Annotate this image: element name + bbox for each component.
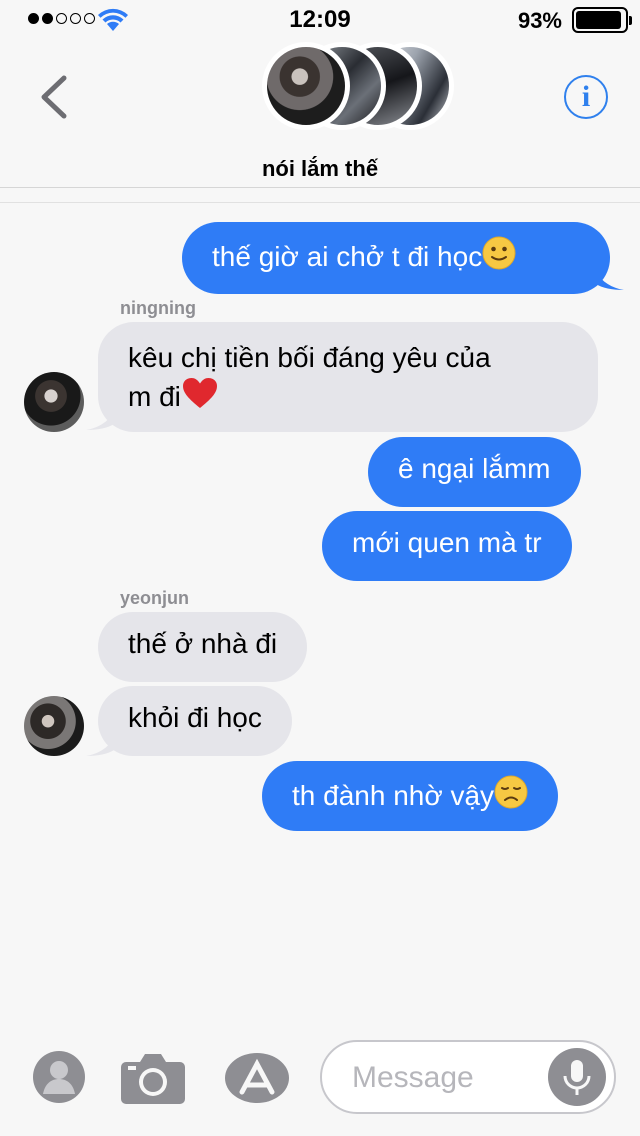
outgoing-message[interactable]: th đành nhờ vậy	[262, 761, 559, 831]
outgoing-message[interactable]: thế giờ ai chở t đi học	[182, 222, 610, 294]
avatar[interactable]	[24, 696, 84, 756]
red-heart-icon	[182, 378, 217, 408]
member-avatar	[262, 42, 350, 130]
slightly-smiling-face-icon	[482, 236, 516, 270]
group-avatars[interactable]	[262, 42, 462, 132]
battery-icon	[572, 7, 632, 33]
camera-icon[interactable]	[120, 1050, 186, 1104]
back-chevron-icon[interactable]	[36, 72, 76, 122]
app-store-icon[interactable]	[224, 1052, 294, 1104]
message-placeholder: Message	[352, 1061, 474, 1094]
memoji-icon[interactable]	[32, 1050, 86, 1104]
microphone-button[interactable]	[548, 1048, 606, 1106]
outgoing-message[interactable]: mới quen mà tr	[322, 511, 572, 581]
avatar[interactable]	[24, 372, 84, 432]
incoming-message[interactable]: kêu chị tiền bối đáng yêu của m đi	[98, 322, 598, 432]
message-input[interactable]: Message	[320, 1040, 616, 1114]
microphone-icon	[563, 1060, 591, 1095]
outgoing-message[interactable]: ê ngại lắmm	[368, 437, 581, 507]
status-bar: 12:09 93%	[0, 0, 640, 40]
group-name[interactable]: nói lắm thế	[0, 156, 640, 182]
incoming-message[interactable]: khỏi đi học	[98, 686, 292, 756]
disappointed-face-icon	[494, 775, 528, 809]
incoming-message[interactable]: thế ở nhà đi	[98, 612, 308, 682]
sender-name: yeonjun	[120, 588, 190, 608]
compose-bar: Message	[0, 1026, 640, 1136]
sender-name: ningning	[120, 298, 196, 318]
info-button[interactable]: i	[564, 75, 608, 119]
header-divider	[0, 202, 640, 203]
battery-percentage: 93%	[517, 8, 562, 33]
conversation-header: i nói lắm thế	[0, 40, 640, 188]
